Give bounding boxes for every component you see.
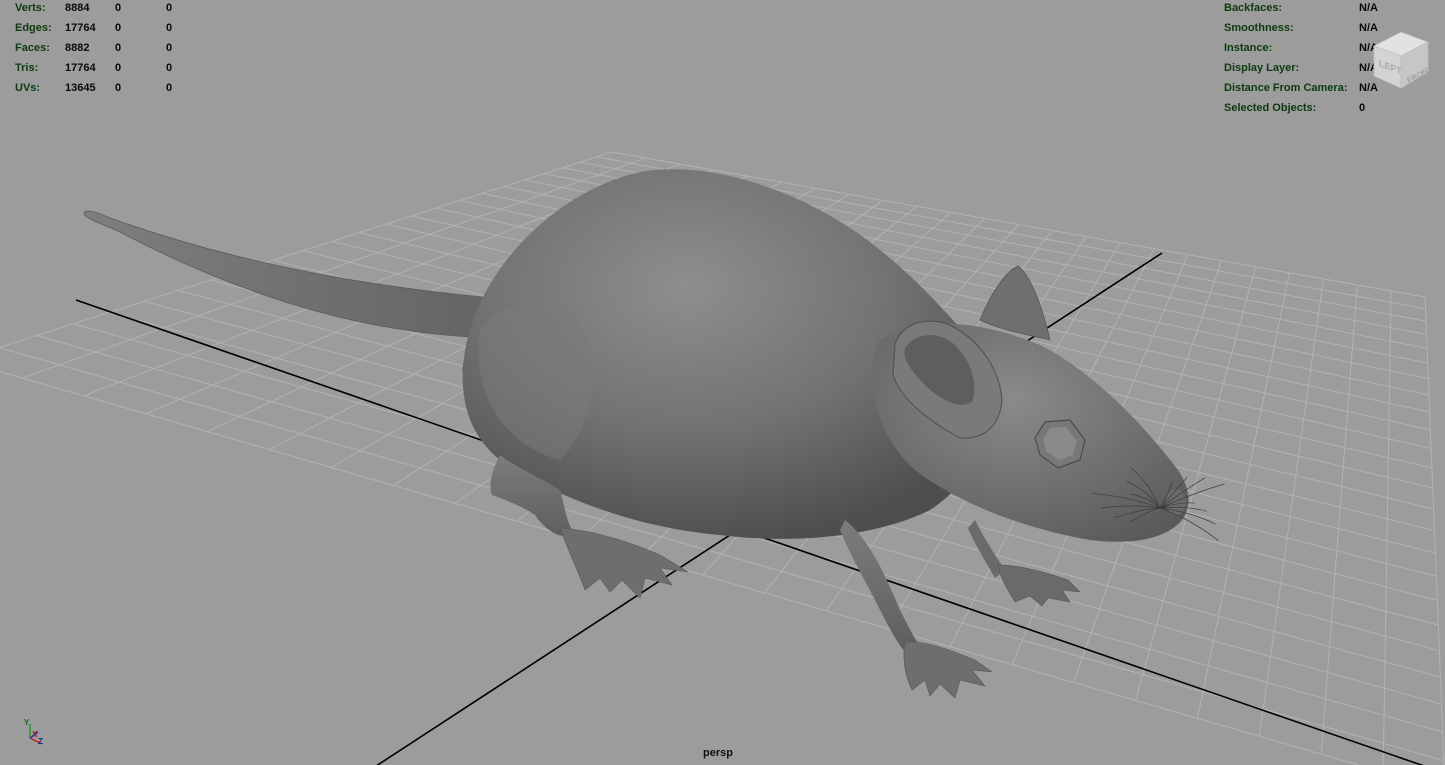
hud-value: 0 — [166, 82, 173, 94]
hud-value: 8884 — [65, 2, 90, 14]
rat-front-paw-near[interactable] — [903, 641, 994, 699]
axis-orientation-gizmo: Y X Z — [14, 714, 50, 750]
rat-ear-far[interactable] — [979, 265, 1051, 341]
axis-z-label: Z — [38, 737, 43, 746]
hud-label: Faces: — [15, 42, 50, 54]
hud-value: 0 — [115, 22, 122, 34]
grid-line — [1320, 284, 1358, 755]
hud-value: N/A — [1359, 2, 1378, 14]
rat-hind-paw-near[interactable] — [559, 527, 689, 599]
hud-label: UVs: — [15, 82, 41, 94]
hud-value: 17764 — [65, 62, 96, 74]
hud-value: 0 — [166, 62, 173, 74]
hud-label: Smoothness: — [1224, 22, 1294, 34]
hud-value: 0 — [166, 42, 173, 54]
grid-line — [1197, 272, 1290, 719]
hud-value: 0 — [115, 82, 122, 94]
hud-label: Edges: — [15, 22, 52, 34]
hud-value: 8882 — [65, 42, 90, 54]
grid-line — [1424, 296, 1445, 765]
hud-value: 0 — [166, 22, 173, 34]
grid-line — [1382, 290, 1392, 765]
rat-tail[interactable] — [83, 210, 501, 339]
hud-value: 17764 — [65, 22, 96, 34]
hud-value: 0 — [115, 62, 122, 74]
rat-front-leg-near[interactable] — [840, 520, 922, 652]
camera-name-label: persp — [703, 747, 733, 759]
hud-label: Display Layer: — [1224, 62, 1300, 74]
hud-value: 0 — [1359, 102, 1366, 114]
hud-value: 0 — [115, 42, 122, 54]
hud-label: Instance: — [1224, 42, 1273, 54]
axis-y-label: Y — [24, 718, 30, 727]
hud-label: Verts: — [15, 2, 46, 14]
grid-line — [1258, 278, 1324, 737]
hud-value: 0 — [115, 2, 122, 14]
hud-value: 13645 — [65, 82, 96, 94]
view-cube-icon[interactable]: LEFT FRONT — [1368, 28, 1434, 94]
hud-label: Selected Objects: — [1224, 102, 1317, 114]
hud-value: 0 — [166, 2, 173, 14]
rat-mesh[interactable] — [83, 169, 1189, 699]
hud-label: Distance From Camera: — [1224, 82, 1348, 94]
hud-label: Backfaces: — [1224, 2, 1283, 14]
rat-front-paw-far[interactable] — [997, 564, 1081, 607]
hud-label: Tris: — [15, 62, 39, 74]
